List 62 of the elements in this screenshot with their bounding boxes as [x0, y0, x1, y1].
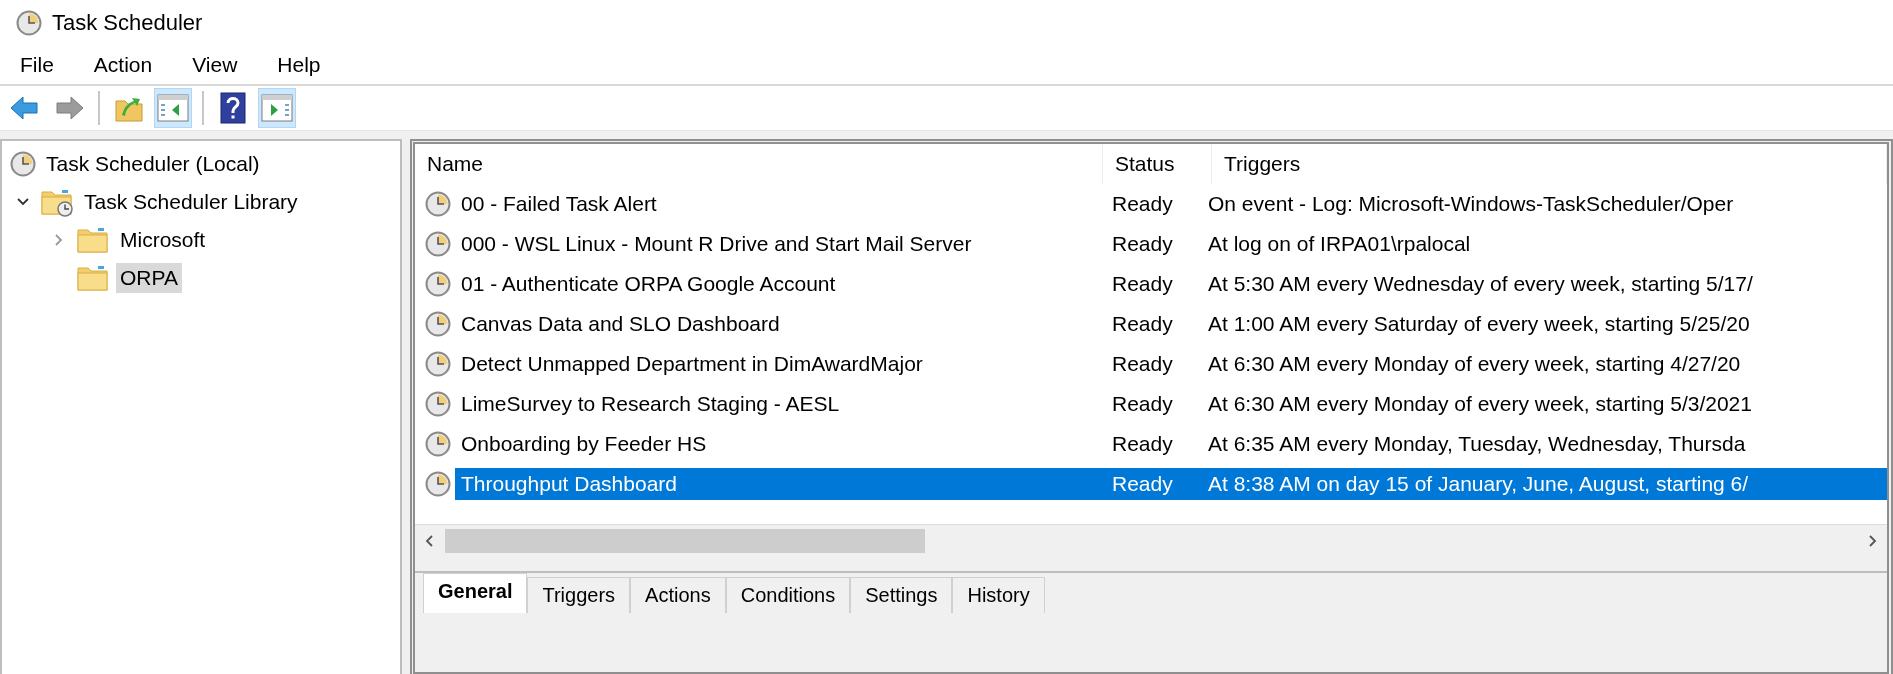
- task-clock-icon: [425, 351, 451, 377]
- tree-item[interactable]: Task Scheduler (Local): [42, 149, 264, 179]
- menu-item[interactable]: Help: [267, 49, 331, 81]
- folder-clock-icon: [40, 187, 74, 217]
- task-status: Ready: [1111, 311, 1174, 337]
- detail-tab[interactable]: Conditions: [725, 577, 851, 613]
- task-status: Ready: [1111, 191, 1174, 217]
- window-title: Task Scheduler: [52, 10, 203, 36]
- task-clock-icon: [425, 471, 451, 497]
- task-name[interactable]: 01 - Authenticate ORPA Google Account: [455, 268, 842, 300]
- detail-tab[interactable]: Actions: [630, 577, 726, 613]
- task-clock-icon: [425, 191, 451, 217]
- menu-item[interactable]: View: [182, 49, 248, 81]
- task-trigger: At 1:00 AM every Saturday of every week, starting 5/25/20: [1207, 311, 1751, 337]
- column-header[interactable]: Triggers: [1212, 144, 1887, 184]
- detail-tab[interactable]: Triggers: [527, 577, 631, 613]
- menu-item[interactable]: Action: [83, 49, 163, 81]
- task-name[interactable]: LimeSurvey to Research Staging - AESL: [455, 388, 846, 420]
- task-clock-icon: [425, 431, 451, 457]
- task-name[interactable]: Canvas Data and SLO Dashboard: [455, 308, 786, 340]
- task-status: Ready: [1111, 391, 1174, 417]
- forward-arrow-icon: [53, 94, 85, 122]
- task-status: Ready: [1100, 468, 1196, 500]
- task-clock-icon: [425, 231, 451, 257]
- clock-icon: [10, 151, 36, 177]
- task-status: Ready: [1111, 351, 1174, 377]
- menu-item[interactable]: File: [10, 49, 64, 81]
- task-trigger: At log on of IRPA01\rpalocal: [1207, 231, 1472, 257]
- show-action-pane-icon: [261, 94, 293, 122]
- task-trigger: At 5:30 AM every Wednesday of every week, starting 5/17/: [1207, 271, 1754, 297]
- task-name[interactable]: 00 - Failed Task Alert: [455, 188, 663, 220]
- task-name[interactable]: 000 - WSL Linux - Mount R Drive and Start Mail Server: [455, 228, 978, 260]
- collapse-chevron-icon[interactable]: [54, 233, 64, 247]
- task-trigger: At 6:30 AM every Monday of every week, starting 4/27/20: [1207, 351, 1742, 377]
- task-trigger: On event - Log: Microsoft-Windows-TaskScheduler/Oper: [1207, 191, 1735, 217]
- task-clock-icon: [425, 311, 451, 337]
- task-status: Ready: [1111, 271, 1174, 297]
- tree-item[interactable]: ORPA: [116, 263, 182, 293]
- task-clock-icon: [425, 271, 451, 297]
- task-status: Ready: [1111, 231, 1174, 257]
- app-clock-icon: [16, 10, 42, 36]
- column-header[interactable]: Status: [1103, 144, 1212, 184]
- tree-item[interactable]: Task Scheduler Library: [80, 187, 302, 217]
- folder-icon: [76, 225, 110, 255]
- detail-tab[interactable]: History: [952, 577, 1045, 613]
- task-clock-icon: [425, 391, 451, 417]
- back-arrow-icon: [9, 94, 41, 122]
- expand-chevron-icon[interactable]: [16, 197, 30, 207]
- help-icon: [220, 92, 246, 124]
- task-name[interactable]: Onboarding by Feeder HS: [455, 428, 713, 460]
- task-name[interactable]: Detect Unmapped Department in DimAwardMajor: [455, 348, 929, 380]
- scrollbar-thumb[interactable]: [445, 529, 926, 553]
- task-status: Ready: [1111, 431, 1174, 457]
- tree-item[interactable]: Microsoft: [116, 225, 210, 255]
- detail-tab[interactable]: Settings: [850, 577, 953, 613]
- folder-icon: [76, 263, 110, 293]
- task-trigger: At 6:35 AM every Monday, Tuesday, Wednesday, Thursda: [1207, 431, 1747, 457]
- task-trigger: At 8:38 AM on day 15 of January, June, August, starting 6/: [1196, 468, 1887, 500]
- column-header[interactable]: Name: [415, 144, 1103, 184]
- task-trigger: At 6:30 AM every Monday of every week, starting 5/3/2021: [1207, 391, 1753, 417]
- detail-tab[interactable]: General: [423, 573, 528, 613]
- show-tree-pane-icon: [157, 94, 189, 122]
